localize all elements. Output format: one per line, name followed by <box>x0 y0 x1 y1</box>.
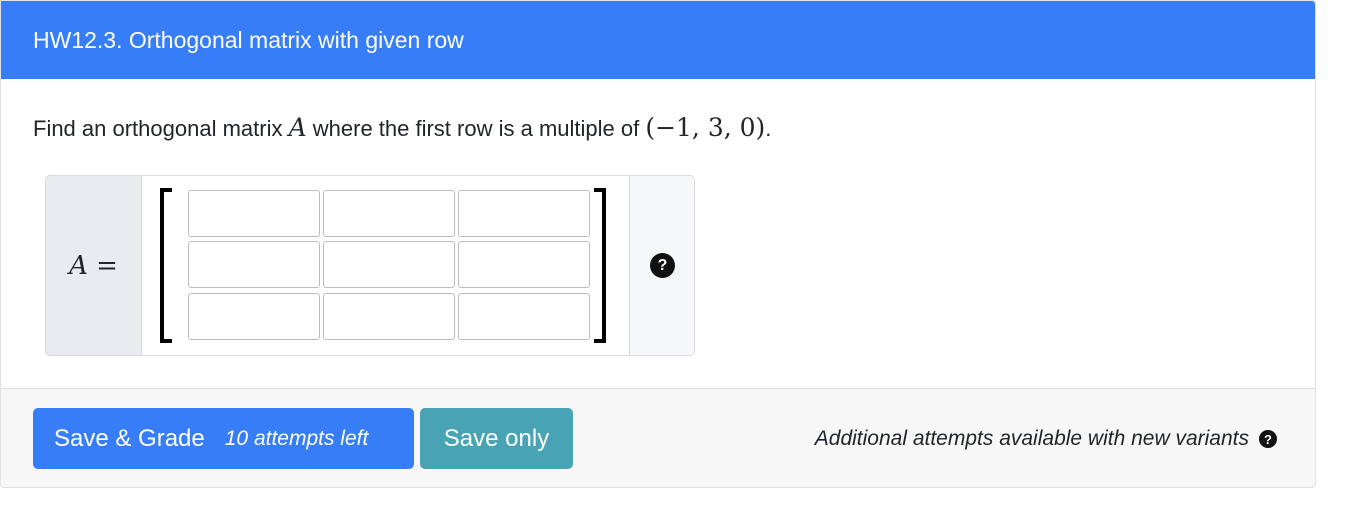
matrix-cell-r1c1[interactable] <box>188 190 320 237</box>
question-footer: Save & Grade 10 attempts left Save only … <box>1 388 1315 487</box>
prompt-vector: (−1, 3, 0) <box>645 113 766 142</box>
matrix-input-group: A = ? <box>45 175 695 356</box>
prompt-matrix-var: A <box>288 113 307 142</box>
matrix-cell-r3c1[interactable] <box>188 293 320 340</box>
matrix-cell-r1c2[interactable] <box>323 190 455 237</box>
matrix-cell-r2c3[interactable] <box>458 241 590 288</box>
matrix-cell-r3c2[interactable] <box>323 293 455 340</box>
right-bracket <box>594 188 606 343</box>
question-header: HW12.3. Orthogonal matrix with given row <box>1 1 1315 79</box>
attempts-note: Additional attempts available with new v… <box>815 427 1277 451</box>
attempts-note-text: Additional attempts available with new v… <box>814 427 1249 450</box>
matrix-entry-area <box>142 176 628 355</box>
question-circle-icon[interactable]: ? <box>650 253 675 278</box>
save-only-button[interactable]: Save only <box>420 408 573 469</box>
matrix-label-var: A <box>69 250 88 281</box>
question-title: HW12.3. Orthogonal matrix with given row <box>33 26 464 53</box>
attempts-left-label: 10 attempts left <box>224 426 369 450</box>
matrix-cell-r2c1[interactable] <box>188 241 320 288</box>
save-only-label: Save only <box>443 424 550 452</box>
matrix-cell-r2c2[interactable] <box>323 241 455 288</box>
save-grade-button[interactable]: Save & Grade 10 attempts left <box>33 408 414 469</box>
prompt-middle: where the first row is a multiple of <box>306 116 646 141</box>
matrix-cell-r1c3[interactable] <box>458 190 590 237</box>
matrix-label-equals: = <box>87 250 118 281</box>
left-bracket <box>160 188 172 343</box>
save-grade-label: Save & Grade <box>54 424 205 452</box>
matrix-help-container: ? <box>629 176 694 355</box>
matrix-label: A = <box>46 176 142 355</box>
matrix-cell-r3c3[interactable] <box>458 293 590 340</box>
prompt-prefix: Find an orthogonal matrix <box>33 116 289 141</box>
prompt-suffix: . <box>765 116 772 141</box>
question-circle-icon[interactable]: ? <box>1259 430 1277 448</box>
question-prompt: Find an orthogonal matrix A where the fi… <box>33 113 771 142</box>
question-card: HW12.3. Orthogonal matrix with given row… <box>0 0 1316 488</box>
